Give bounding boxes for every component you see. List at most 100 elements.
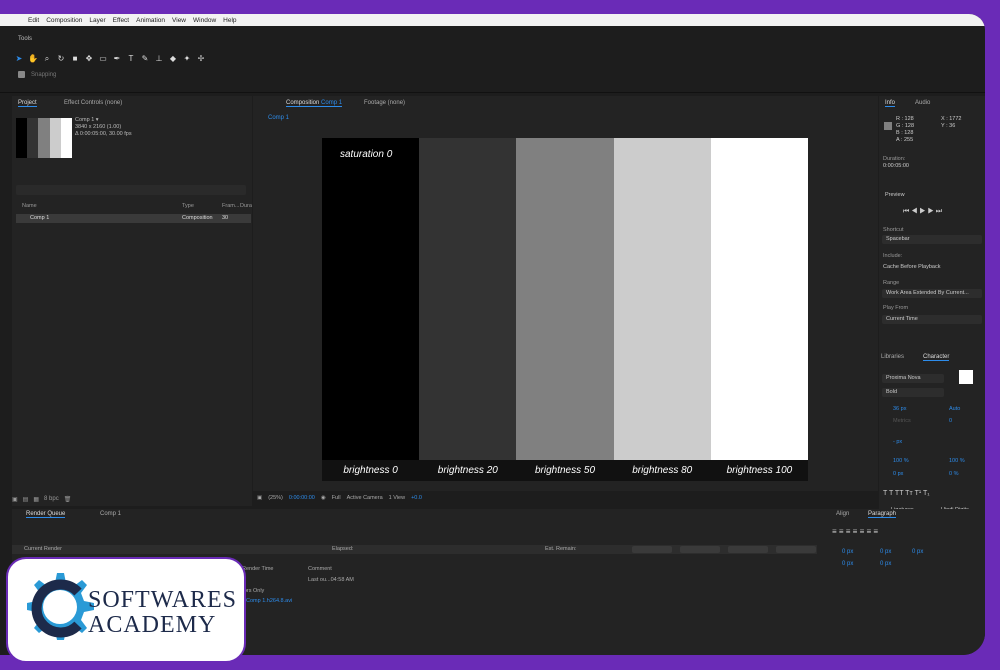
tab-effect-controls[interactable]: Effect Controls (none): [64, 100, 122, 106]
eraser-tool-icon[interactable]: ◆: [168, 54, 178, 64]
tab-footage[interactable]: Footage (none): [364, 100, 405, 106]
indent-first[interactable]: 0 px: [912, 549, 923, 555]
puppet-tool-icon[interactable]: ✢: [196, 54, 206, 64]
menu-help[interactable]: Help: [223, 17, 236, 24]
shortcut-select[interactable]: Spacebar: [882, 235, 982, 244]
tab-project[interactable]: Project: [18, 100, 37, 107]
menu-animation[interactable]: Animation: [136, 17, 165, 24]
pan-behind-tool-icon[interactable]: ✥: [84, 54, 94, 64]
output-link[interactable]: Comp 1.h264.8.avi: [246, 598, 292, 604]
render-button[interactable]: [776, 546, 816, 553]
view-layout-select[interactable]: 1 View: [389, 495, 405, 501]
hand-tool-icon[interactable]: ✋: [28, 54, 38, 64]
cache-checkbox[interactable]: Cache Before Playback: [883, 264, 940, 270]
current-render-label[interactable]: Current Render: [24, 546, 62, 552]
tab-character[interactable]: Character: [923, 354, 950, 361]
info-y: Y : 36: [941, 123, 956, 129]
space-after[interactable]: 0 px: [880, 561, 891, 567]
playback-controls-icon[interactable]: ⏮ ◀ ▶ ▶ ⏭: [903, 208, 942, 216]
fill-color-swatch[interactable]: [959, 370, 973, 384]
camera-select[interactable]: Active Camera: [347, 495, 383, 501]
zoom-tool-icon[interactable]: ⌕: [42, 54, 52, 64]
zoom-select[interactable]: (25%): [268, 495, 283, 501]
duration-label: Duration:: [883, 156, 906, 162]
roto-brush-tool-icon[interactable]: ✦: [182, 54, 192, 64]
softwares-academy-logo: SOFTWARES ACADEMY: [6, 557, 246, 663]
project-row-comp1[interactable]: Comp 1 Composition 30: [16, 214, 251, 223]
menu-window[interactable]: Window: [193, 17, 216, 24]
indent-right[interactable]: 0 px: [880, 549, 891, 555]
rotate-tool-icon[interactable]: ↻: [56, 54, 66, 64]
col-name[interactable]: Name: [22, 203, 37, 209]
comp-name[interactable]: Comp 1 ▾: [75, 117, 132, 124]
tab-libraries[interactable]: Libraries: [881, 354, 904, 360]
snapshot-icon[interactable]: ◉: [321, 495, 326, 501]
range-select[interactable]: Work Area Extended By Current...: [882, 289, 982, 298]
bpc-label[interactable]: 8 bpc: [44, 496, 59, 502]
tsume[interactable]: 0 %: [949, 471, 958, 477]
trash-icon[interactable]: 🗑: [64, 496, 72, 503]
text-style-buttons-icon[interactable]: T T TT Tт T¹ T₁: [883, 490, 930, 497]
snapping-checkbox[interactable]: [18, 71, 25, 78]
info-r: R : 128: [896, 116, 914, 122]
kerning[interactable]: Metrics: [893, 418, 911, 424]
space-before[interactable]: 0 px: [842, 561, 853, 567]
comp-subtab[interactable]: Comp 1: [268, 115, 289, 121]
font-size[interactable]: 36 px: [893, 406, 906, 412]
brush-tool-icon[interactable]: ✎: [140, 54, 150, 64]
play-from-select[interactable]: Current Time: [882, 315, 982, 324]
brightness-bar: brightness 0: [322, 138, 420, 481]
info-g: G : 128: [896, 123, 915, 129]
comp-info: Comp 1 ▾ 3840 x 2160 (1.00) Δ 0:00:05:00…: [75, 117, 132, 138]
alignment-buttons-icon[interactable]: ≡ ≡ ≡ ≡ ≡ ≡ ≡: [832, 527, 878, 536]
tab-info[interactable]: Info: [885, 100, 896, 107]
menu-edit[interactable]: Edit: [28, 17, 39, 24]
stop-button[interactable]: [680, 546, 720, 553]
new-folder-icon[interactable]: ▤: [23, 496, 29, 503]
leading[interactable]: Auto: [949, 406, 960, 412]
project-search-input[interactable]: [16, 185, 246, 195]
tracking[interactable]: 0: [949, 418, 952, 424]
exposure-value[interactable]: +0.0: [411, 495, 422, 501]
range-label: Range: [883, 280, 900, 286]
new-comp-icon[interactable]: ▦: [33, 496, 39, 503]
font-style-select[interactable]: Bold: [882, 388, 944, 397]
type-tool-icon[interactable]: T: [126, 54, 136, 64]
vertical-scale[interactable]: 100 %: [893, 458, 909, 464]
col-duration[interactable]: Dura: [240, 203, 252, 209]
menu-effect[interactable]: Effect: [113, 17, 130, 24]
pen-tool-icon[interactable]: ✒: [112, 54, 122, 64]
info-x: X : 1772: [941, 116, 962, 122]
clone-stamp-tool-icon[interactable]: ⊥: [154, 54, 164, 64]
selection-tool-icon[interactable]: ➤: [14, 54, 24, 64]
camera-tool-icon[interactable]: ■: [70, 54, 80, 64]
menu-composition[interactable]: Composition: [46, 17, 82, 24]
horizontal-scale[interactable]: 100 %: [949, 458, 965, 464]
tab-paragraph[interactable]: Paragraph: [868, 511, 897, 518]
menu-view[interactable]: View: [172, 17, 186, 24]
col-frame[interactable]: Fram...: [222, 203, 239, 209]
menu-layer[interactable]: Layer: [89, 17, 105, 24]
tab-audio[interactable]: Audio: [915, 100, 930, 106]
rectangle-tool-icon[interactable]: ▭: [98, 54, 108, 64]
resolution-select[interactable]: Full: [332, 495, 341, 501]
comp-duration: Δ 0:00:05:00, 30.00 fps: [75, 131, 132, 137]
color-swatch: [884, 122, 892, 130]
logo-line2: ACADEMY: [88, 612, 217, 638]
timecode[interactable]: 0:00:00:00: [289, 495, 315, 501]
tab-comp1-timeline[interactable]: Comp 1: [100, 511, 121, 517]
pause-button[interactable]: [728, 546, 768, 553]
queue-ame-button[interactable]: [632, 546, 672, 553]
col-type[interactable]: Type: [182, 203, 194, 209]
stroke-width[interactable]: - px: [893, 439, 902, 445]
tab-composition[interactable]: Composition Comp 1: [286, 100, 343, 107]
indent-left[interactable]: 0 px: [842, 549, 853, 555]
baseline-shift[interactable]: 0 px: [893, 471, 903, 477]
comment-header: Comment: [308, 566, 332, 572]
font-select[interactable]: Proxima Nova: [882, 374, 944, 383]
paragraph-panel: Align Paragraph ≡ ≡ ≡ ≡ ≡ ≡ ≡ 0 px 0 px …: [828, 509, 985, 655]
tab-render-queue[interactable]: Render Queue: [26, 511, 66, 518]
tab-align[interactable]: Align: [836, 511, 849, 517]
always-preview-icon[interactable]: ▣: [257, 495, 262, 501]
interpret-footage-icon[interactable]: ▣: [12, 496, 18, 503]
